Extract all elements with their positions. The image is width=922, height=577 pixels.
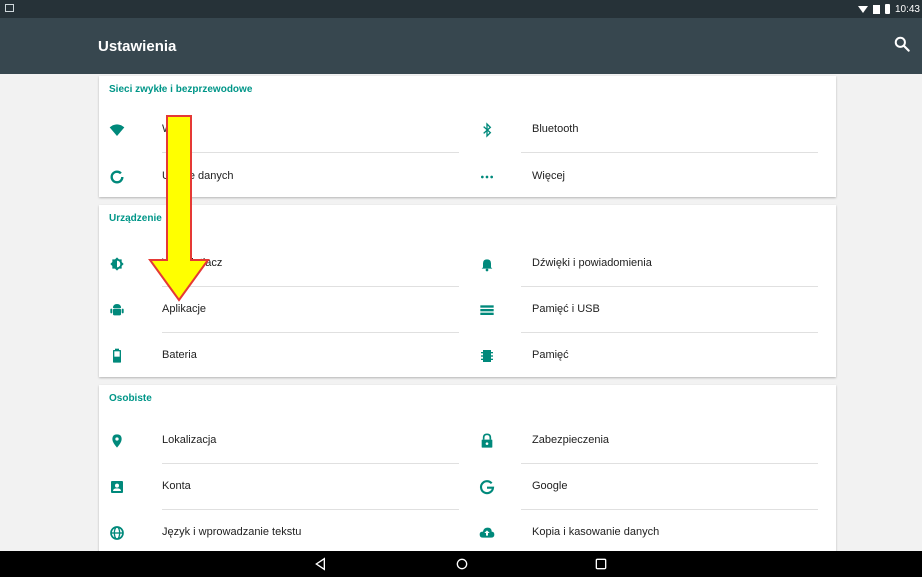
setting-label: Bateria bbox=[162, 349, 197, 361]
setting-label: Bluetooth bbox=[532, 123, 579, 135]
wifi-signal-icon bbox=[857, 5, 868, 13]
setting-security[interactable]: Zabezpieczenia bbox=[469, 417, 819, 463]
setting-label: Konta bbox=[162, 480, 191, 492]
sim-icon bbox=[872, 4, 880, 14]
setting-label: Google bbox=[532, 480, 568, 492]
setting-storage[interactable]: Pamięć i USB bbox=[469, 286, 819, 332]
back-icon[interactable] bbox=[313, 556, 329, 572]
lock-icon bbox=[481, 433, 493, 448]
status-bar: 10:43 bbox=[0, 0, 922, 18]
setting-google[interactable]: Google bbox=[469, 463, 819, 509]
language-icon bbox=[110, 526, 124, 540]
more-icon bbox=[481, 175, 493, 179]
search-icon[interactable] bbox=[892, 34, 912, 54]
setting-battery[interactable]: Bateria bbox=[99, 332, 449, 378]
setting-accounts[interactable]: Konta bbox=[99, 463, 449, 509]
setting-label: Więcej bbox=[532, 170, 566, 182]
setting-label: Pamięć bbox=[532, 349, 569, 361]
setting-label: Aplikacje bbox=[162, 303, 207, 315]
setting-more[interactable]: Więcej bbox=[469, 153, 819, 199]
status-icons: 10:43 bbox=[857, 2, 920, 16]
bell-icon bbox=[481, 259, 493, 272]
storage-icon bbox=[480, 305, 494, 315]
setting-label: Język i wprowadzanie tekstu bbox=[162, 526, 302, 538]
setting-memory[interactable]: Pamięć bbox=[469, 332, 819, 378]
bluetooth-icon bbox=[483, 122, 492, 138]
memory-icon bbox=[481, 350, 493, 362]
data-usage-icon bbox=[110, 170, 124, 184]
page-title: Ustawienia bbox=[98, 38, 177, 55]
home-icon[interactable] bbox=[454, 556, 470, 572]
setting-label: Pamięć i USB bbox=[532, 303, 600, 315]
status-time: 10:43 bbox=[894, 3, 920, 15]
section-card-personal: Osobiste Lokalizacja Zabezpieczenia Kont… bbox=[99, 385, 836, 555]
setting-label: Zabezpieczenia bbox=[532, 434, 610, 446]
setting-language[interactable]: Język i wprowadzanie tekstu bbox=[99, 509, 449, 555]
setting-label: Dźwięki i powiadomienia bbox=[532, 257, 652, 269]
setting-label: Kopia i kasowanie danych bbox=[532, 526, 660, 538]
section-title: Osobiste bbox=[109, 393, 152, 404]
location-icon bbox=[112, 434, 122, 448]
battery-status-icon bbox=[884, 4, 890, 14]
section-title: Sieci zwykłe i bezprzewodowe bbox=[109, 84, 253, 95]
setting-location[interactable]: Lokalizacja bbox=[99, 417, 449, 463]
app-bar: Ustawienia bbox=[0, 18, 922, 74]
setting-bluetooth[interactable]: Bluetooth bbox=[469, 106, 819, 152]
setting-sounds[interactable]: Dźwięki i powiadomienia bbox=[469, 240, 819, 286]
brightness-icon bbox=[110, 257, 124, 271]
arrow-annotation bbox=[148, 115, 210, 302]
account-icon bbox=[111, 481, 123, 493]
setting-backup[interactable]: Kopia i kasowanie danych bbox=[469, 509, 819, 555]
navigation-bar bbox=[0, 551, 922, 577]
battery-icon bbox=[113, 348, 121, 363]
notification-icon bbox=[5, 4, 14, 12]
setting-label: Lokalizacja bbox=[162, 434, 217, 446]
android-icon bbox=[110, 304, 124, 316]
wifi-icon bbox=[109, 124, 125, 136]
google-icon bbox=[480, 480, 495, 495]
recents-icon[interactable] bbox=[593, 556, 609, 572]
backup-icon bbox=[479, 527, 495, 538]
